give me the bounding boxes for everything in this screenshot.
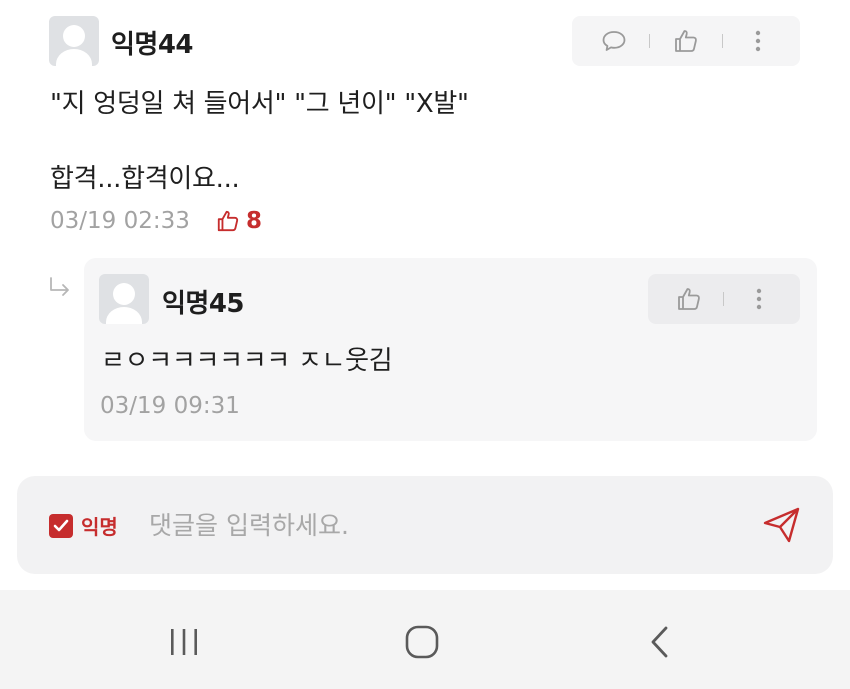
back-button[interactable]	[630, 618, 690, 666]
comment-input[interactable]	[149, 504, 709, 546]
more-options-button[interactable]	[739, 279, 779, 319]
recent-apps-icon	[171, 629, 197, 655]
reply-actions	[648, 274, 800, 324]
recent-apps-button[interactable]	[154, 618, 214, 666]
comment-like-count: 8	[216, 208, 262, 234]
avatar[interactable]	[99, 274, 149, 324]
like-count-value: 8	[246, 208, 263, 234]
anonymous-toggle[interactable]: 익명	[49, 511, 118, 540]
reply-button[interactable]	[594, 21, 634, 61]
comment-text-line2: 합격...합격이요...	[50, 164, 240, 194]
like-button[interactable]	[666, 21, 706, 61]
avatar[interactable]	[49, 16, 99, 66]
thumbs-up-icon	[678, 288, 701, 310]
reply-icon	[602, 31, 626, 51]
comment-timestamp: 03/19 02:33	[50, 208, 190, 234]
home-icon	[405, 625, 439, 659]
reply-timestamp: 03/19 09:31	[100, 393, 240, 419]
send-icon	[763, 507, 800, 543]
anonymous-label: 익명	[81, 515, 118, 539]
back-icon	[651, 626, 668, 658]
comment-text-line1: "지 엉덩일 쳐 들어서" "그 년이" "X발"	[50, 89, 469, 119]
comment-actions	[572, 16, 800, 66]
more-options-button[interactable]	[738, 21, 778, 61]
anonymous-checkbox[interactable]	[49, 513, 73, 538]
checkmark-icon	[53, 519, 69, 531]
system-navigation-bar	[0, 590, 850, 689]
reply-nickname: 익명45	[162, 289, 245, 319]
reply-container: 익명45 ㄹㅇㅋㅋㅋㅋㅋㅋ ㅈㄴ웃김 03/19 09:31	[84, 258, 817, 441]
more-vertical-icon	[755, 30, 761, 52]
reply-arrow-icon	[50, 277, 69, 296]
home-button[interactable]	[392, 618, 452, 666]
like-button[interactable]	[669, 279, 709, 319]
send-button[interactable]	[759, 504, 805, 546]
more-vertical-icon	[756, 288, 762, 310]
comment-composer: 익명	[17, 476, 833, 574]
thumbs-up-icon	[675, 30, 697, 52]
reply-text: ㄹㅇㅋㅋㅋㅋㅋㅋ ㅈㄴ웃김	[101, 346, 393, 376]
thumbs-up-icon	[217, 210, 239, 232]
comment-nickname: 익명44	[111, 30, 194, 60]
